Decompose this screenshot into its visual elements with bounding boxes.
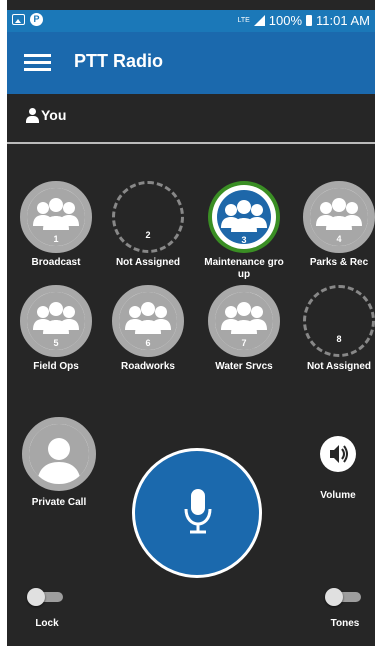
channel-number: 6: [145, 338, 151, 348]
channel-number: 3: [241, 235, 247, 245]
channel-1[interactable]: 1 Broadcast: [16, 181, 96, 269]
channel-number: 1: [53, 234, 59, 244]
channel-circle[interactable]: 5: [20, 285, 92, 357]
network-type: LTE: [237, 17, 250, 24]
status-bar: P LTE 100% 11:01 AM: [7, 10, 375, 32]
lock-toggle[interactable]: Lock: [17, 588, 77, 629]
clock: 11:01 AM: [316, 13, 370, 28]
channel-circle-active[interactable]: 3: [208, 181, 280, 253]
group-icon: [33, 302, 79, 334]
lock-switch[interactable]: [27, 588, 63, 606]
battery-level: 100%: [268, 13, 303, 28]
lock-label: Lock: [35, 618, 59, 629]
channel-2[interactable]: 2 Not Assigned: [108, 181, 188, 269]
channel-label: Field Ops: [33, 361, 79, 372]
tones-switch[interactable]: [325, 588, 361, 606]
channel-circle-empty[interactable]: 8: [303, 285, 375, 357]
channel-number: 8: [336, 334, 342, 344]
private-call-button[interactable]: Private Call: [19, 417, 99, 508]
group-icon: [316, 198, 362, 230]
channel-circle[interactable]: 4: [303, 181, 375, 253]
channel-circle-empty[interactable]: 2: [112, 181, 184, 253]
tones-toggle[interactable]: Tones: [315, 588, 375, 629]
group-icon: [125, 302, 171, 334]
channel-3[interactable]: 3 Maintenance gro up: [204, 181, 284, 281]
channel-6[interactable]: 6 Roadworks: [108, 285, 188, 373]
channel-circle[interactable]: 7: [208, 285, 280, 357]
channel-number: 2: [145, 230, 151, 240]
group-icon: [221, 200, 267, 232]
p-notification-icon: P: [30, 13, 43, 26]
speaker-icon: [330, 445, 348, 463]
private-call-label: Private Call: [31, 497, 87, 508]
person-icon: [37, 438, 81, 484]
channel-circle[interactable]: 6: [112, 285, 184, 357]
group-icon: [221, 302, 267, 334]
channel-label: Not Assigned: [306, 361, 372, 372]
group-icon: [33, 198, 79, 230]
channel-number: 5: [53, 338, 59, 348]
channel-label: Broadcast: [31, 257, 81, 268]
hamburger-icon[interactable]: [24, 54, 51, 72]
tones-label: Tones: [330, 618, 360, 629]
signal-icon: [253, 15, 265, 26]
app-title: PTT Radio: [74, 51, 163, 71]
person-icon: [25, 108, 39, 124]
microphone-icon: [184, 489, 212, 534]
battery-icon: [306, 15, 313, 26]
app-bar: PTT Radio: [7, 32, 375, 94]
channel-number: 4: [336, 234, 342, 244]
image-notification-icon: [12, 14, 25, 25]
channel-label: Maintenance gro up: [204, 257, 284, 280]
user-row: You: [7, 94, 375, 144]
channel-5[interactable]: 5 Field Ops: [16, 285, 96, 373]
channel-8[interactable]: 8 Not Assigned: [299, 285, 378, 373]
ptt-button[interactable]: [132, 448, 262, 578]
channel-label: Not Assigned: [115, 257, 181, 268]
volume-button[interactable]: Volume: [303, 436, 373, 501]
channel-label: Parks & Rec: [309, 257, 369, 268]
channel-circle[interactable]: 1: [20, 181, 92, 253]
channel-label: Roadworks: [121, 361, 175, 372]
volume-label: Volume: [320, 490, 356, 501]
channel-label: Water Srvcs: [215, 361, 273, 372]
channel-7[interactable]: 7 Water Srvcs: [204, 285, 284, 373]
user-label: You: [41, 107, 67, 123]
phone-screen: P LTE 100% 11:01 AM PTT Radio You 1 Broad…: [7, 0, 375, 646]
channel-4[interactable]: 4 Parks & Rec: [299, 181, 378, 269]
channel-number: 7: [241, 338, 247, 348]
